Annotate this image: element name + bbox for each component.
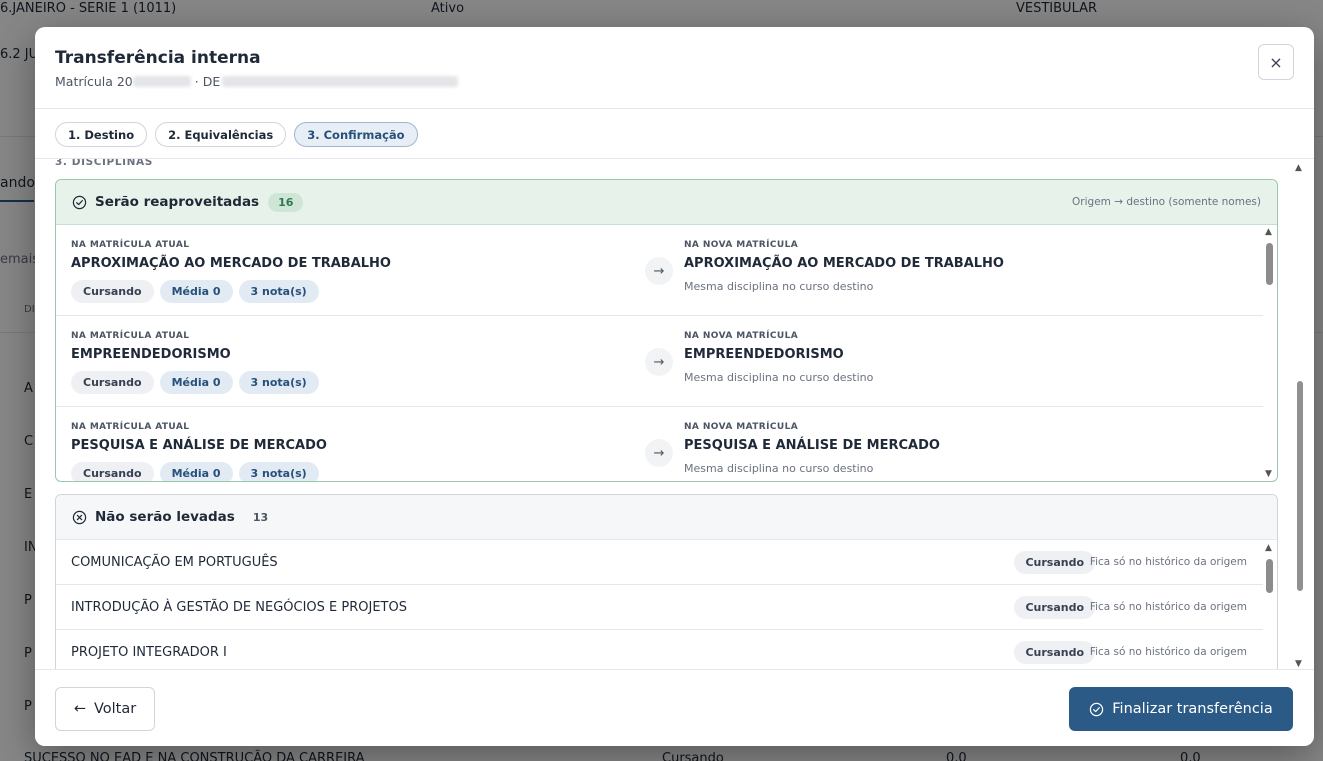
step-equivalencias[interactable]: 2. Equivalências bbox=[155, 122, 287, 147]
reaproveitadas-header: Serão reaproveitadas 16 Origem → destino… bbox=[56, 180, 1277, 225]
check-circle-icon bbox=[1089, 702, 1104, 717]
discipline-name: INTRODUÇÃO À GESTÃO DE NEGÓCIOS E PROJET… bbox=[71, 599, 407, 615]
enrollment-prefix: Matrícula 20 bbox=[55, 74, 133, 89]
nao-levadas-count: 13 bbox=[252, 510, 269, 524]
list-item: NA MATRÍCULA ATUAL EMPREENDEDORISMO Curs… bbox=[56, 316, 1263, 407]
origin-label: NA MATRÍCULA ATUAL bbox=[71, 422, 190, 432]
destination-hint: Mesma disciplina no curso destino bbox=[684, 280, 874, 293]
list-item: INTRODUÇÃO À GESTÃO DE NEGÓCIOS E PROJET… bbox=[56, 585, 1263, 630]
media-badge: Média 0 bbox=[159, 462, 233, 481]
modal-footer: ← Voltar Finalizar transferência bbox=[35, 669, 1314, 746]
x-circle-icon bbox=[72, 510, 87, 525]
reaproveitadas-list[interactable]: NA MATRÍCULA ATUAL APROXIMAÇÃO AO MERCAD… bbox=[56, 225, 1277, 481]
list-item: COMUNICAÇÃO EM PORTUGUÊS Cursando Fica s… bbox=[56, 540, 1263, 585]
origin-discipline: EMPREENDEDORISMO bbox=[71, 347, 231, 362]
notas-badge: 3 nota(s) bbox=[238, 371, 319, 394]
origin-chips: Cursando Média 0 3 nota(s) bbox=[71, 462, 319, 481]
status-badge: Cursando bbox=[71, 462, 154, 481]
close-icon: × bbox=[1269, 52, 1283, 72]
scroll-up-icon[interactable]: ▲ bbox=[1265, 543, 1272, 553]
origin-chips: Cursando Média 0 3 nota(s) bbox=[71, 280, 319, 303]
back-label: Voltar bbox=[93, 701, 137, 717]
list-item: PROJETO INTEGRADOR I Cursando Fica só no… bbox=[56, 630, 1263, 669]
stepper: 1. Destino 2. Equivalências 3. Confirmaç… bbox=[55, 122, 418, 147]
status-badge: Cursando bbox=[1014, 595, 1095, 619]
destination-hint: Mesma disciplina no curso destino bbox=[684, 371, 874, 384]
redacted-enrollment-number bbox=[132, 76, 191, 87]
destination-label: NA NOVA MATRÍCULA bbox=[684, 240, 799, 250]
scroll-thumb[interactable] bbox=[1266, 559, 1273, 593]
finish-label: Finalizar transferência bbox=[1112, 701, 1273, 717]
back-button[interactable]: ← Voltar bbox=[55, 687, 155, 731]
nao-levadas-list[interactable]: COMUNICAÇÃO EM PORTUGUÊS Cursando Fica s… bbox=[56, 540, 1277, 669]
scroll-thumb[interactable] bbox=[1297, 381, 1303, 591]
section-label: 3. DISCIPLINAS bbox=[55, 159, 153, 168]
reaproveitadas-title: Serão reaproveitadas bbox=[95, 194, 260, 210]
scroll-down-icon[interactable]: ▼ bbox=[1295, 659, 1302, 669]
modal-subtitle: Matrícula 20 · DE bbox=[55, 74, 459, 89]
reaproveitadas-card: Serão reaproveitadas 16 Origem → destino… bbox=[55, 179, 1278, 482]
scroll-down-icon[interactable]: ▼ bbox=[1265, 469, 1272, 479]
arrow-right-icon: → bbox=[645, 439, 673, 467]
status-badge: Cursando bbox=[1014, 550, 1095, 574]
check-circle-icon bbox=[72, 195, 87, 210]
step-destino[interactable]: 1. Destino bbox=[55, 122, 148, 147]
redacted-student-name bbox=[222, 76, 459, 87]
reaproveitadas-scrollbar[interactable]: ▲ ▼ bbox=[1264, 227, 1274, 479]
status-badge: Cursando bbox=[1014, 640, 1095, 664]
scroll-up-icon[interactable]: ▲ bbox=[1265, 227, 1272, 237]
history-note: Fica só no histórico da origem bbox=[1089, 646, 1247, 658]
origin-label: NA MATRÍCULA ATUAL bbox=[71, 240, 190, 250]
student-name-prefix: · DE bbox=[194, 74, 221, 89]
list-item: NA MATRÍCULA ATUAL APROXIMAÇÃO AO MERCAD… bbox=[56, 225, 1263, 316]
media-badge: Média 0 bbox=[159, 371, 233, 394]
list-item: NA MATRÍCULA ATUAL PESQUISA E ANÁLISE DE… bbox=[56, 407, 1263, 481]
finish-transfer-button[interactable]: Finalizar transferência bbox=[1069, 687, 1293, 731]
destination-discipline: PESQUISA E ANÁLISE DE MERCADO bbox=[684, 438, 940, 453]
arrow-right-icon: → bbox=[645, 348, 673, 376]
status-badge: Cursando bbox=[71, 371, 154, 394]
destination-hint: Mesma disciplina no curso destino bbox=[684, 462, 874, 475]
scroll-thumb[interactable] bbox=[1266, 243, 1273, 285]
history-note: Fica só no histórico da origem bbox=[1089, 556, 1247, 568]
origin-discipline: APROXIMAÇÃO AO MERCADO DE TRABALHO bbox=[71, 256, 391, 271]
discipline-name: PROJETO INTEGRADOR I bbox=[71, 644, 227, 660]
scroll-up-icon[interactable]: ▲ bbox=[1295, 163, 1302, 173]
nao-levadas-header: Não serão levadas 13 bbox=[56, 495, 1277, 540]
transfer-modal: Transferência interna Matrícula 20 · DE … bbox=[35, 27, 1314, 746]
discipline-name: COMUNICAÇÃO EM PORTUGUÊS bbox=[71, 554, 278, 570]
origin-label: NA MATRÍCULA ATUAL bbox=[71, 331, 190, 341]
notas-badge: 3 nota(s) bbox=[238, 280, 319, 303]
destination-discipline: APROXIMAÇÃO AO MERCADO DE TRABALHO bbox=[684, 256, 1004, 271]
origin-discipline: PESQUISA E ANÁLISE DE MERCADO bbox=[71, 438, 327, 453]
modal-body: 3. DISCIPLINAS Serão reaproveitadas 16 O… bbox=[35, 159, 1314, 669]
media-badge: Média 0 bbox=[159, 280, 233, 303]
nao-levadas-scrollbar[interactable]: ▲ bbox=[1264, 543, 1274, 669]
notas-badge: 3 nota(s) bbox=[238, 462, 319, 481]
modal-title: Transferência interna bbox=[55, 48, 261, 68]
destination-discipline: EMPREENDEDORISMO bbox=[684, 347, 844, 362]
history-note: Fica só no histórico da origem bbox=[1089, 601, 1247, 613]
status-badge: Cursando bbox=[71, 280, 154, 303]
modal-scrollbar[interactable]: ▲ ▼ bbox=[1294, 163, 1306, 669]
modal-header: Transferência interna Matrícula 20 · DE … bbox=[35, 27, 1314, 109]
nao-levadas-card: Não serão levadas 13 COMUNICAÇÃO EM PORT… bbox=[55, 494, 1278, 669]
arrow-left-icon: ← bbox=[73, 701, 86, 717]
arrow-right-icon: → bbox=[645, 257, 673, 285]
destination-label: NA NOVA MATRÍCULA bbox=[684, 331, 799, 341]
nao-levadas-title: Não serão levadas bbox=[95, 509, 235, 525]
origin-chips: Cursando Média 0 3 nota(s) bbox=[71, 371, 319, 394]
destination-label: NA NOVA MATRÍCULA bbox=[684, 422, 799, 432]
step-confirmacao[interactable]: 3. Confirmação bbox=[294, 122, 418, 147]
close-button[interactable]: × bbox=[1258, 44, 1294, 80]
reaproveitadas-count: 16 bbox=[268, 192, 304, 212]
reaproveitadas-note: Origem → destino (somente nomes) bbox=[1072, 196, 1261, 208]
